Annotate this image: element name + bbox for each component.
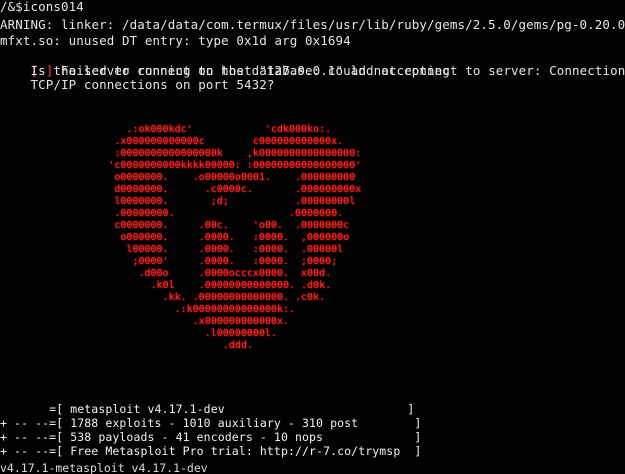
heart-row: .kk. .00000000000000. .c0k. bbox=[0, 292, 326, 303]
heart-row: .00000000. .0000000. bbox=[0, 208, 344, 219]
heart-row: .x000000000000c c000000000000x. bbox=[0, 136, 344, 147]
terminal-line-3: mfxt.so: unused DT entry: type 0x1d arg … bbox=[0, 33, 351, 48]
terminal-line-5: Is the server running on host "127.0.0.1… bbox=[0, 63, 450, 78]
heart-row: d0000000. .c0000c. .000000000x bbox=[0, 184, 362, 195]
terminal-bottom-status: v4.17.1-metasploit v4.17.1-dev bbox=[0, 461, 208, 474]
heart-row: o0000000. .o00000o0001. .000000000 bbox=[0, 172, 356, 183]
heart-row: c0000000. .00c. 'o00. .0000000c bbox=[0, 220, 350, 231]
heart-row: ;0000' .0000. :0000. ;0000; bbox=[0, 256, 338, 267]
banner-version-line: =[ metasploit v4.17.1-dev ] bbox=[0, 402, 415, 416]
banner-exploits-line: + -- --=[ 1788 exploits - 1010 auxiliary… bbox=[0, 416, 422, 430]
metasploit-heart-ascii-art: .:ok000kdc' 'cdk000ko:. .x000000000000c … bbox=[0, 124, 625, 384]
banner-payloads-line: + -- --=[ 538 payloads - 41 encoders - 1… bbox=[0, 430, 422, 444]
heart-row: l00000. .0000. :0000. .00000l bbox=[0, 244, 344, 255]
heart-row: .:ok000kdc' 'cdk000ko:. bbox=[0, 124, 332, 135]
heart-row: .d00o .0000occcx0000. x00d. bbox=[0, 268, 332, 279]
heart-row: .l00000000l. bbox=[0, 328, 277, 339]
heart-row: .k0l .00000000000000. .d0k. bbox=[0, 280, 332, 291]
heart-row: l0000000. ;d; .00000000l bbox=[0, 196, 356, 207]
heart-row: :0000000000000000k ,k0000000000000000: bbox=[0, 148, 362, 159]
heart-row: o000000. .0000. :0000. ,000000o bbox=[0, 232, 350, 243]
terminal-line-2: ARNING: linker: /data/data/com.termux/fi… bbox=[0, 17, 625, 32]
heart-row: .x000000000000x. bbox=[0, 316, 289, 327]
terminal-window[interactable]: /&$icons014 ARNING: linker: /data/data/c… bbox=[0, 0, 625, 474]
heart-row: 'c0000000000kkkk00000: :0000000000000000… bbox=[0, 160, 362, 171]
terminal-line-1: /&$icons014 bbox=[0, 0, 84, 14]
heart-row: .:k00000000000000k:. bbox=[0, 304, 296, 315]
banner-pro-trial-line: + -- --=[ Free Metasploit Pro trial: htt… bbox=[0, 444, 422, 458]
heart-row: .ddd. bbox=[0, 340, 253, 351]
terminal-line-6: TCP/IP connections on port 5432? bbox=[0, 77, 275, 92]
